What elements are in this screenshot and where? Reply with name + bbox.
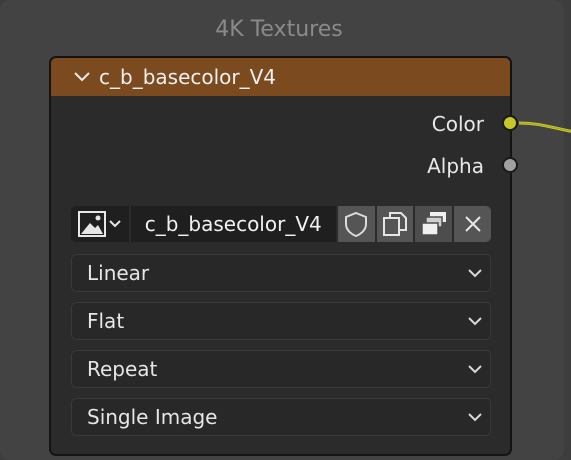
image-name-field[interactable]: c_b_basecolor_V4 — [130, 206, 336, 242]
projection-dropdown[interactable]: Flat — [71, 302, 491, 340]
image-selector: c_b_basecolor_V4 — [71, 206, 492, 242]
projection-value: Flat — [87, 309, 125, 333]
output-color-socket[interactable] — [502, 115, 518, 131]
duplicate-icon — [382, 212, 407, 236]
chevron-down-icon — [468, 314, 482, 328]
node-header[interactable]: c_b_basecolor_V4 — [51, 58, 510, 96]
browse-image-button[interactable] — [71, 206, 129, 242]
extension-value: Repeat — [87, 357, 158, 381]
image-texture-node[interactable]: c_b_basecolor_V4 Color Alpha c_b_basecol… — [49, 56, 512, 456]
interpolation-value: Linear — [87, 261, 150, 285]
unlink-image-button[interactable] — [454, 206, 492, 242]
extension-dropdown[interactable]: Repeat — [71, 350, 491, 388]
chevron-down-icon — [109, 220, 122, 228]
output-alpha-socket[interactable] — [502, 157, 518, 173]
output-color-row: Color — [432, 109, 510, 139]
chevron-down-icon[interactable] — [71, 66, 93, 88]
color-output-link[interactable] — [519, 117, 571, 137]
source-dropdown[interactable]: Single Image — [71, 398, 491, 436]
output-color-label: Color — [431, 112, 484, 136]
frame-title: 4K Textures — [215, 17, 343, 42]
stack-icon — [421, 212, 446, 236]
interpolation-dropdown[interactable]: Linear — [71, 254, 491, 292]
chevron-down-icon — [468, 362, 482, 376]
new-image-button[interactable] — [376, 206, 414, 242]
chevron-down-icon — [468, 410, 482, 424]
output-alpha-row: Alpha — [427, 151, 510, 181]
fake-user-button[interactable] — [337, 206, 375, 242]
image-icon — [78, 211, 107, 237]
node-title: c_b_basecolor_V4 — [99, 65, 277, 89]
chevron-down-icon — [468, 266, 482, 280]
shield-icon — [345, 211, 368, 237]
open-image-button[interactable] — [415, 206, 453, 242]
source-value: Single Image — [87, 405, 218, 429]
close-icon — [464, 216, 481, 232]
output-alpha-label: Alpha — [427, 154, 484, 178]
